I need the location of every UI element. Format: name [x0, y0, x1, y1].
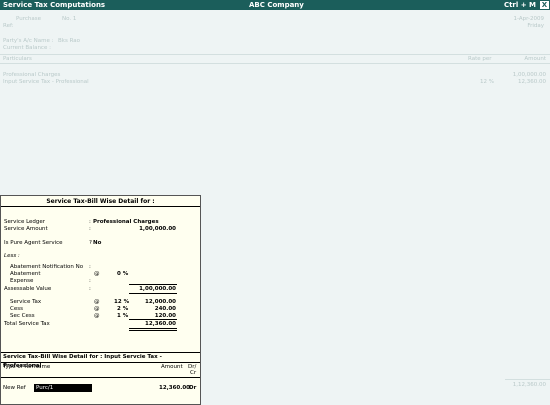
col-type-of-ref: Type of Ref	[3, 364, 34, 370]
item-name: Professional Charges	[3, 72, 61, 78]
service-tax-detail-panel: Service Tax-Bill Wise Detail for : Servi…	[0, 195, 201, 405]
voucher-number: No. 1	[62, 16, 77, 22]
service-tax-at: @	[94, 299, 100, 305]
assessable-value-label: Assessable Value	[4, 286, 52, 292]
ref-label: Ref:	[3, 23, 14, 29]
total-service-tax-value: 12,360.00	[145, 321, 176, 327]
voucher-date: 1-Apr-2009	[513, 16, 544, 22]
service-tax-label: Service Tax	[10, 299, 42, 305]
cess-at: @	[94, 306, 100, 312]
divider	[129, 284, 177, 285]
colon: :	[89, 278, 91, 284]
service-amount-label: Service Amount	[4, 226, 48, 232]
bill-drcr[interactable]: Dr	[189, 385, 196, 391]
voucher-total: 1,12,360.00	[512, 382, 546, 388]
less-label: Less :	[4, 253, 20, 259]
shortcut-hint[interactable]: Ctrl + M	[504, 1, 536, 9]
balance-label: Current Balance :	[3, 45, 51, 51]
divider	[129, 293, 177, 294]
cess-value: 240.00	[154, 306, 176, 312]
divider	[129, 330, 177, 331]
colon: :	[89, 226, 91, 232]
pure-agent-label: Is Pure Agent Service	[4, 240, 63, 246]
divider	[0, 54, 550, 55]
ref-name-input[interactable]: Purc/1	[34, 384, 92, 392]
divider	[505, 379, 550, 380]
item-amount: 12,360.00	[518, 79, 546, 85]
abatement-label: Abatement	[10, 271, 41, 277]
service-tax-value: 12,000.00	[145, 299, 176, 305]
col-amount: Amount	[161, 364, 183, 370]
service-amount-value[interactable]: 1,00,000.00	[139, 226, 176, 232]
question-mark: ?	[89, 240, 92, 246]
colon: :	[89, 286, 91, 292]
expense-label: Expense	[10, 278, 34, 284]
assessable-value: 1,00,000.00	[139, 286, 176, 292]
close-icon[interactable]: X	[540, 1, 549, 9]
company-name: ABC Company	[249, 1, 304, 9]
title-bar: Service Tax Computations ABC Company Ctr…	[0, 0, 550, 10]
divider	[0, 63, 550, 64]
divider	[129, 319, 177, 320]
divider	[129, 328, 177, 329]
col-drcr: Cr	[190, 370, 197, 376]
party-value: Bks Rao	[58, 38, 81, 44]
item-rate: 12 %	[480, 79, 494, 85]
new-ref-label: New Ref	[3, 385, 26, 391]
sec-cess-percent: 1 %	[117, 313, 129, 319]
abatement-notification-label: Abatement Notification No	[10, 264, 84, 270]
col-particulars: Particulars	[3, 56, 32, 62]
service-ledger-label: Service Ledger	[4, 219, 46, 225]
abatement-percent[interactable]: 0 %	[117, 271, 128, 277]
item-name: Input Service Tax - Professional	[3, 79, 89, 85]
col-rate: Rate per	[468, 56, 492, 62]
abatement-at: @	[94, 271, 100, 277]
voucher-type: Purchase	[16, 16, 41, 22]
col-name: Name	[34, 364, 51, 370]
total-service-tax-label: Total Service Tax	[4, 321, 50, 327]
pure-agent-value[interactable]: No	[93, 240, 101, 246]
item-amount: 1,00,000.00	[512, 72, 546, 78]
sec-cess-label: Sec Cess	[10, 313, 35, 319]
divider	[1, 377, 200, 378]
service-ledger-value[interactable]: Professional Charges	[93, 219, 159, 225]
colon: :	[89, 264, 91, 270]
colon: :	[89, 219, 91, 225]
cess-label: Cess	[10, 306, 23, 312]
panel-title: Service Tax-Bill Wise Detail for :	[1, 196, 200, 207]
sec-cess-at: @	[94, 313, 100, 319]
voucher-day: Friday	[527, 23, 544, 29]
divider	[1, 362, 200, 363]
party-label: Party's A/c Name :	[3, 38, 54, 44]
cess-percent: 2 %	[117, 306, 129, 312]
col-amount: Amount	[524, 56, 546, 62]
bill-wise-section: Service Tax-Bill Wise Detail for : Input…	[1, 352, 200, 404]
window-title: Service Tax Computations	[3, 1, 106, 9]
service-tax-percent: 12 %	[114, 299, 130, 305]
bill-amount[interactable]: 12,360.00	[159, 385, 190, 391]
